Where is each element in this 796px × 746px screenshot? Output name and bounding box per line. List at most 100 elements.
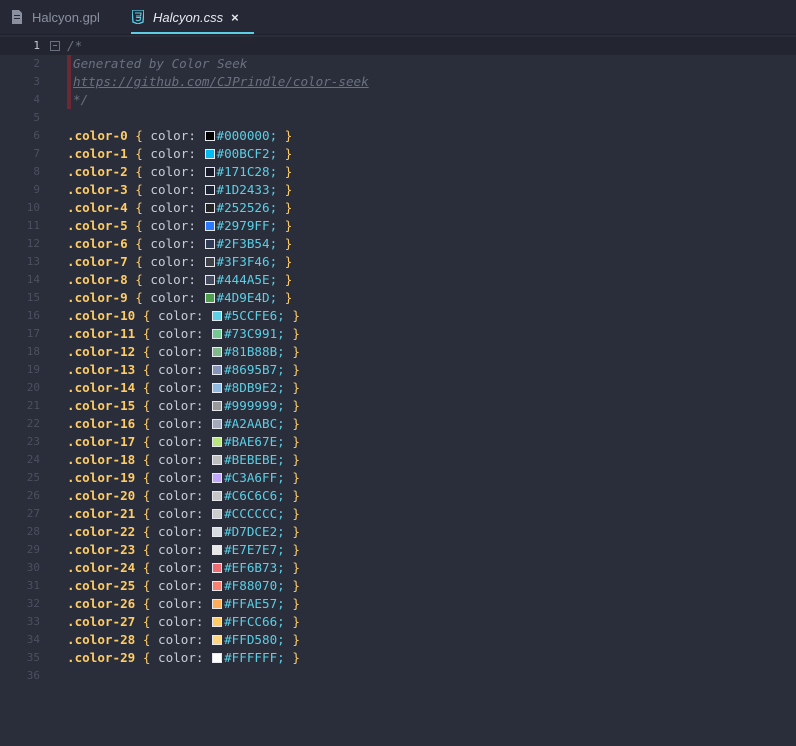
code-line[interactable]: 27 .color-21 { color: #CCCCCC; } (0, 505, 796, 523)
code-line[interactable]: 19 .color-13 { color: #8695B7; } (0, 361, 796, 379)
css-selector: .color-1 (67, 146, 128, 161)
css-selector: .color-5 (67, 218, 128, 233)
semicolon: ; (277, 380, 285, 395)
code-text: */ (73, 91, 88, 109)
css-selector: .color-24 (67, 560, 136, 575)
open-brace: { (127, 128, 151, 143)
code-line[interactable]: 11 .color-5 { color: #2979FF; } (0, 217, 796, 235)
semicolon: ; (277, 614, 285, 629)
tab-halcyon-css[interactable]: Halcyon.css × (131, 0, 254, 34)
code-line[interactable]: 5 (0, 109, 796, 127)
css-property: color: (158, 344, 204, 359)
css-selector: .color-27 (67, 614, 136, 629)
code-editor[interactable]: 1−/* 2 Generated by Color Seek 3 https://git… (0, 35, 796, 746)
code-line[interactable]: 8 .color-2 { color: #171C28; } (0, 163, 796, 181)
open-brace: { (135, 398, 158, 413)
code-line[interactable]: 32 .color-26 { color: #FFAE57; } (0, 595, 796, 613)
hex-value: #BEBEBE (224, 452, 278, 467)
css-selector: .color-8 (67, 272, 128, 287)
css-property: color: (158, 380, 204, 395)
code-line[interactable]: 6 .color-0 { color: #000000; } (0, 127, 796, 145)
semicolon: ; (277, 506, 285, 521)
hex-value: #81B88B (224, 344, 278, 359)
code-text: .color-29 { color: #FFFFFF; } (67, 649, 300, 667)
tab-label: Halcyon.gpl (32, 9, 100, 25)
hex-value: #171C28 (216, 164, 270, 179)
close-tab-icon[interactable]: × (231, 10, 239, 25)
code-text: .color-25 { color: #F88070; } (67, 577, 300, 595)
close-brace: } (284, 560, 300, 575)
open-brace: { (127, 254, 151, 269)
line-number: 16 (26, 309, 40, 322)
code-line[interactable]: 12 .color-6 { color: #2F3B54; } (0, 235, 796, 253)
code-text: .color-26 { color: #FFAE57; } (67, 595, 300, 613)
code-line[interactable]: 36 (0, 667, 796, 685)
code-line[interactable]: 23 .color-17 { color: #BAE67E; } (0, 433, 796, 451)
open-brace: { (135, 308, 158, 323)
open-brace: { (135, 326, 158, 341)
color-swatch (204, 184, 215, 195)
css-selector: .color-9 (67, 290, 128, 305)
line-number: 34 (26, 633, 40, 646)
code-text: .color-3 { color: #1D2433; } (67, 181, 292, 199)
css-property: color: (158, 416, 204, 431)
close-brace: } (277, 182, 293, 197)
code-line[interactable]: 24 .color-18 { color: #BEBEBE; } (0, 451, 796, 469)
code-line[interactable]: 31 .color-25 { color: #F88070; } (0, 577, 796, 595)
code-line[interactable]: 20 .color-14 { color: #8DB9E2; } (0, 379, 796, 397)
code-line[interactable]: 10 .color-4 { color: #252526; } (0, 199, 796, 217)
code-line[interactable]: 2 Generated by Color Seek (0, 55, 796, 73)
code-line[interactable]: 22 .color-16 { color: #A2AABC; } (0, 415, 796, 433)
code-line[interactable]: 34 .color-28 { color: #FFD580; } (0, 631, 796, 649)
color-swatch (212, 454, 223, 465)
code-line[interactable]: 25 .color-19 { color: #C3A6FF; } (0, 469, 796, 487)
close-brace: } (284, 596, 300, 611)
comment-text: */ (73, 92, 89, 107)
code-line[interactable]: 4 */ (0, 91, 796, 109)
open-brace: { (135, 632, 158, 647)
code-line[interactable]: 26 .color-20 { color: #C6C6C6; } (0, 487, 796, 505)
code-line[interactable]: 18 .color-12 { color: #81B88B; } (0, 343, 796, 361)
code-line[interactable]: 21 .color-15 { color: #999999; } (0, 397, 796, 415)
css-property: color: (150, 200, 196, 215)
code-line[interactable]: 13 .color-7 { color: #3F3F46; } (0, 253, 796, 271)
code-line[interactable]: 35 .color-29 { color: #FFFFFF; } (0, 649, 796, 667)
hex-value: #FFAE57 (224, 596, 278, 611)
hex-value: #999999 (224, 398, 278, 413)
code-line[interactable]: 28 .color-22 { color: #D7DCE2; } (0, 523, 796, 541)
code-line[interactable]: 3 https://github.com/CJPrindle/color-seek (0, 73, 796, 91)
hex-value: #BAE67E (224, 434, 278, 449)
code-line[interactable]: 16 .color-10 { color: #5CCFE6; } (0, 307, 796, 325)
open-brace: { (135, 362, 158, 377)
color-swatch (212, 436, 223, 447)
code-line[interactable]: 9 .color-3 { color: #1D2433; } (0, 181, 796, 199)
line-number: 23 (26, 435, 40, 448)
hex-value: #CCCCCC (224, 506, 278, 521)
comment-text: /* (67, 38, 83, 53)
code-line[interactable]: 33 .color-27 { color: #FFCC66; } (0, 613, 796, 631)
code-line[interactable]: 30 .color-24 { color: #EF6B73; } (0, 559, 796, 577)
code-text: .color-16 { color: #A2AABC; } (67, 415, 300, 433)
code-line[interactable]: 15 .color-9 { color: #4D9E4D; } (0, 289, 796, 307)
tab-halcyon-gpl[interactable]: Halcyon.gpl (10, 0, 100, 34)
comment-link[interactable]: https://github.com/CJPrindle/color-seek (73, 74, 369, 89)
open-brace: { (127, 236, 151, 251)
line-number: 8 (33, 165, 40, 178)
open-brace: { (135, 524, 158, 539)
css-property: color: (150, 164, 196, 179)
color-swatch (204, 166, 215, 177)
close-brace: } (284, 452, 300, 467)
code-line[interactable]: 29 .color-23 { color: #E7E7E7; } (0, 541, 796, 559)
fold-toggle-icon[interactable]: − (50, 41, 60, 51)
css-property: color: (158, 632, 204, 647)
hex-value: #FFFFFF (224, 650, 278, 665)
code-line[interactable]: 14 .color-8 { color: #444A5E; } (0, 271, 796, 289)
css-property: color: (158, 362, 204, 377)
code-line[interactable]: 7 .color-1 { color: #00BCF2; } (0, 145, 796, 163)
color-swatch (204, 292, 215, 303)
css-property: color: (150, 236, 196, 251)
hex-value: #73C991 (224, 326, 278, 341)
color-swatch (212, 418, 223, 429)
code-line[interactable]: 1−/* (0, 37, 796, 55)
code-line[interactable]: 17 .color-11 { color: #73C991; } (0, 325, 796, 343)
